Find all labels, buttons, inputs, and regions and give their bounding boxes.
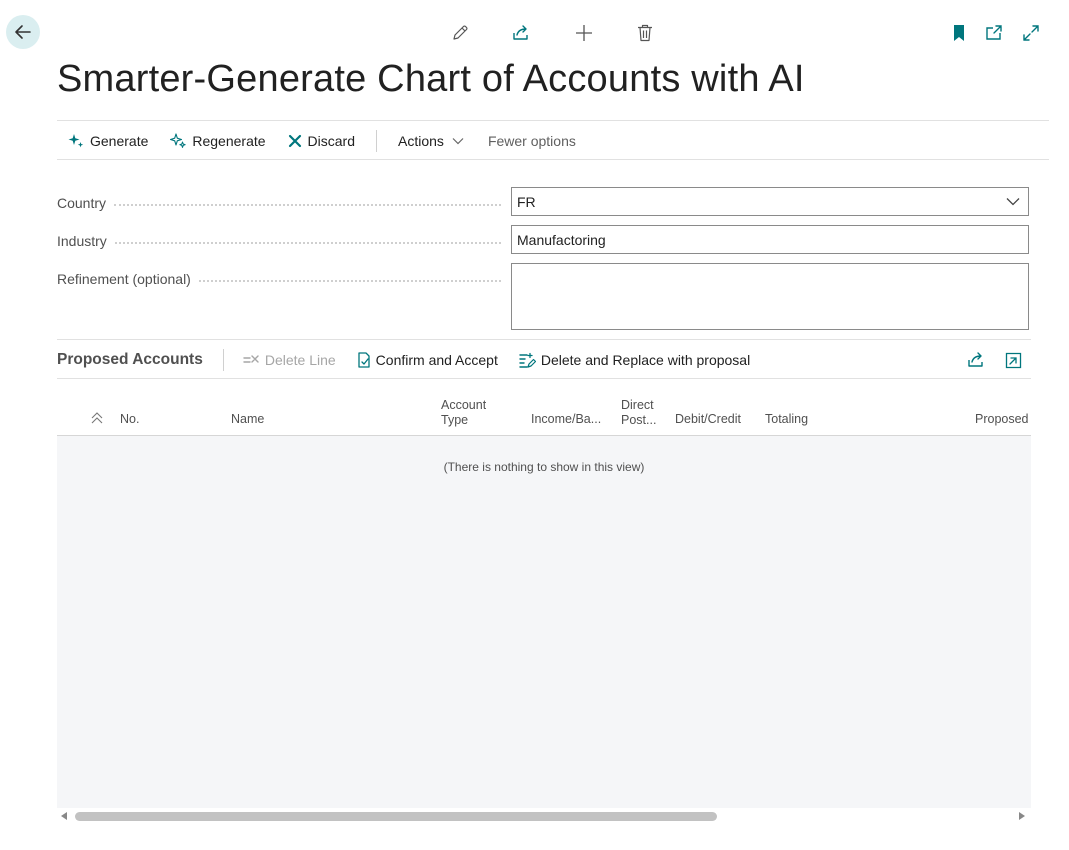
share-icon: [513, 25, 528, 40]
trash-icon: [638, 24, 652, 42]
proposed-top-divider: [57, 339, 1031, 340]
action-bar-bottom-divider: [57, 159, 1049, 160]
refinement-label: Refinement (optional): [57, 271, 191, 287]
back-arrow-icon: [15, 25, 31, 39]
scroll-left-arrow-icon[interactable]: [61, 812, 67, 820]
regenerate-button[interactable]: Regenerate: [170, 133, 266, 149]
country-value: FR: [517, 193, 536, 210]
share-button[interactable]: [508, 20, 534, 46]
country-select[interactable]: FR: [511, 187, 1029, 216]
confirm-accept-button[interactable]: Confirm and Accept: [357, 351, 498, 369]
proposed-open-window-button[interactable]: [1000, 347, 1026, 373]
action-bar-separator: [376, 130, 378, 152]
sparkle-icon: [68, 134, 84, 148]
share-icon: [968, 352, 983, 367]
country-label-leader: [114, 204, 501, 206]
replace-list-icon: [519, 352, 536, 368]
bookmark-button[interactable]: [946, 20, 972, 46]
edit-button[interactable]: [447, 20, 473, 46]
fewer-options-button[interactable]: Fewer options: [488, 133, 576, 149]
proposed-accounts-title[interactable]: Proposed Accounts: [57, 351, 203, 369]
industry-value: Manufactoring: [517, 231, 606, 248]
regenerate-label: Regenerate: [192, 133, 266, 149]
column-header-income-balance[interactable]: Income/Ba...: [531, 412, 603, 427]
action-bar-top-divider: [57, 120, 1049, 121]
generate-label: Generate: [90, 133, 149, 149]
open-in-window-icon: [1005, 352, 1021, 368]
plus-icon: [576, 25, 592, 41]
pencil-icon: [453, 25, 468, 40]
delete-line-button[interactable]: Delete Line: [243, 352, 336, 368]
column-header-name[interactable]: Name: [231, 412, 264, 427]
delete-button[interactable]: [632, 20, 658, 46]
column-header-proposed[interactable]: Proposed C: [975, 412, 1031, 427]
horizontal-scroll-thumb[interactable]: [75, 812, 717, 821]
delete-line-label: Delete Line: [264, 352, 336, 368]
column-header-direct-posting-line2: Post...: [621, 413, 657, 427]
column-header-direct-posting[interactable]: Direct Post...: [621, 398, 656, 428]
scroll-right-arrow-icon[interactable]: [1019, 812, 1025, 820]
refinement-label-row: Refinement (optional): [57, 270, 501, 288]
sparkle-outline-icon: [170, 133, 187, 148]
country-label-row: Country: [57, 194, 501, 212]
industry-label: Industry: [57, 233, 107, 249]
delete-replace-button[interactable]: Delete and Replace with proposal: [519, 352, 750, 369]
generate-button[interactable]: Generate: [68, 133, 148, 149]
actions-menu-label: Actions: [398, 133, 444, 149]
column-header-account-type[interactable]: Account Type: [441, 398, 486, 428]
action-bar: Generate Regenerate Discard Actions Fewe…: [68, 130, 576, 152]
page-title: Smarter-Generate Chart of Accounts with …: [57, 58, 805, 100]
industry-label-leader: [114, 242, 501, 244]
delete-line-icon: [243, 355, 259, 363]
document-check-icon: [358, 351, 370, 368]
discard-button[interactable]: Discard: [288, 133, 355, 149]
chevron-down-icon: [452, 138, 464, 145]
country-label: Country: [57, 195, 107, 211]
expand-button[interactable]: [1018, 20, 1044, 46]
proposed-share-button[interactable]: [963, 347, 989, 373]
column-header-account-type-line2: Type: [441, 413, 469, 427]
delete-replace-label: Delete and Replace with proposal: [540, 352, 751, 368]
proposed-bottom-divider: [57, 378, 1031, 379]
column-header-totaling[interactable]: Totaling: [765, 412, 808, 427]
column-header-account-type-line1: Account: [441, 398, 487, 412]
double-chevron-up-icon: [91, 412, 103, 424]
proposed-toolbar: Proposed Accounts Delete Line Confirm an…: [57, 349, 750, 371]
industry-label-row: Industry: [57, 232, 501, 250]
chevron-down-icon: [1006, 198, 1020, 206]
discard-label: Discard: [307, 133, 356, 149]
collapse-all-button[interactable]: [88, 409, 106, 427]
fewer-options-label: Fewer options: [487, 133, 576, 149]
industry-input[interactable]: Manufactoring: [511, 225, 1029, 254]
back-button[interactable]: [6, 15, 40, 49]
bookmark-icon: [954, 25, 964, 41]
close-icon: [288, 134, 301, 148]
new-button[interactable]: [571, 20, 597, 46]
proposed-toolbar-separator: [222, 349, 224, 371]
actions-menu-button[interactable]: Actions: [398, 133, 464, 149]
empty-grid-message: (There is nothing to show in this view): [443, 460, 645, 474]
column-header-debit-credit[interactable]: Debit/Credit: [675, 412, 741, 427]
refinement-label-leader: [198, 280, 501, 282]
expand-icon: [1023, 25, 1039, 41]
open-new-window-button[interactable]: [981, 20, 1007, 46]
proposed-accounts-grid[interactable]: [57, 436, 1031, 808]
open-new-window-icon: [986, 25, 1002, 40]
column-header-no[interactable]: No.: [120, 412, 139, 427]
confirm-accept-label: Confirm and Accept: [375, 352, 498, 368]
refinement-textarea[interactable]: [511, 263, 1029, 330]
column-header-direct-posting-line1: Direct: [621, 398, 654, 412]
